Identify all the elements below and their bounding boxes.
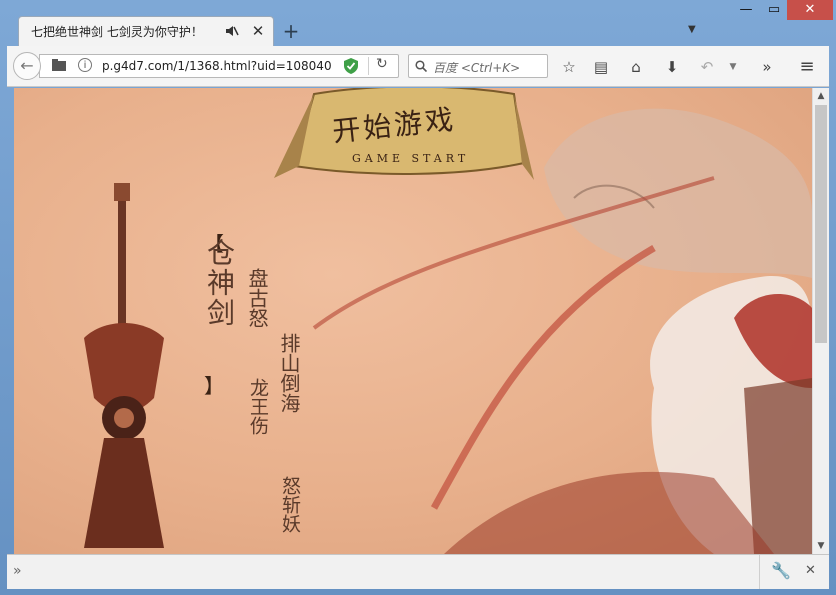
poem-line: 排山倒海 bbox=[277, 333, 301, 413]
star-icon[interactable]: ☆ bbox=[559, 57, 579, 77]
vertical-scrollbar[interactable]: ▲ ▼ bbox=[812, 88, 829, 554]
tab-strip: 七把绝世神剑 七剑灵为你守护！ ✕ + ▼ — ▭ ✕ bbox=[0, 0, 836, 46]
url-bar[interactable]: i p.g4d7.com/1/1368.html?uid=108040 ↻ bbox=[39, 54, 399, 78]
undo-icon[interactable]: ↶ bbox=[697, 57, 717, 77]
hamburger-menu-icon[interactable]: ≡ bbox=[797, 57, 817, 77]
tab-close-icon[interactable]: ✕ bbox=[249, 22, 267, 40]
url-separator bbox=[368, 57, 369, 75]
reading-list-icon[interactable]: ▤ bbox=[591, 57, 611, 77]
bottom-separator bbox=[759, 555, 760, 589]
search-icon bbox=[415, 60, 427, 72]
info-icon[interactable]: i bbox=[78, 58, 92, 72]
scroll-up-arrow-icon[interactable]: ▲ bbox=[813, 88, 829, 104]
poem-line: 龙王伤 bbox=[247, 378, 269, 435]
url-text[interactable]: p.g4d7.com/1/1368.html?uid=108040 bbox=[102, 59, 342, 73]
home-icon[interactable]: ⌂ bbox=[626, 57, 646, 77]
tab-active[interactable]: 七把绝世神剑 七剑灵为你守护！ ✕ bbox=[18, 16, 274, 46]
download-icon[interactable]: ⬇ bbox=[662, 57, 682, 77]
poem-line: 盘古怒 bbox=[245, 268, 269, 328]
folder-icon[interactable] bbox=[52, 59, 66, 71]
scroll-down-arrow-icon[interactable]: ▼ bbox=[813, 538, 829, 554]
close-window-button[interactable]: ✕ bbox=[787, 0, 833, 20]
minimize-button[interactable]: — bbox=[731, 0, 761, 20]
bottom-toolbar: » 🔧 ✕ bbox=[7, 554, 829, 589]
back-arrow-icon: ← bbox=[20, 56, 34, 75]
browser-window: 七把绝世神剑 七剑灵为你守护！ ✕ + ▼ — ▭ ✕ i p.g4d7.com… bbox=[0, 0, 836, 595]
poem-line: 怒斩妖 bbox=[279, 476, 301, 533]
undo-dropdown-icon[interactable]: ▼ bbox=[723, 57, 743, 77]
list-all-tabs-icon[interactable]: ▼ bbox=[688, 24, 702, 36]
search-bar[interactable]: 百度 <Ctrl+K> bbox=[408, 54, 548, 78]
expand-chevron-icon[interactable]: » bbox=[13, 563, 22, 579]
poem-bracket-bottom: 】 bbox=[204, 374, 224, 398]
speaker-muted-icon[interactable] bbox=[225, 24, 239, 38]
poem-title: 仓神剑 bbox=[203, 238, 236, 328]
close-toolbar-icon[interactable]: ✕ bbox=[805, 563, 816, 578]
navigation-toolbar: i p.g4d7.com/1/1368.html?uid=108040 ↻ ← … bbox=[7, 46, 829, 87]
new-tab-button[interactable]: + bbox=[280, 20, 302, 42]
wrench-icon[interactable]: 🔧 bbox=[771, 561, 791, 580]
search-placeholder: 百度 <Ctrl+K> bbox=[433, 61, 521, 75]
scrollbar-thumb[interactable] bbox=[815, 105, 827, 343]
reload-icon[interactable]: ↻ bbox=[376, 56, 388, 72]
tab-title: 七把绝世神剑 七剑灵为你守护！ bbox=[31, 25, 203, 39]
back-button[interactable]: ← bbox=[13, 52, 41, 80]
maximize-button[interactable]: ▭ bbox=[761, 0, 787, 20]
game-start-banner-subtitle[interactable]: GAME START bbox=[352, 152, 469, 165]
overflow-chevron-icon[interactable]: » bbox=[757, 57, 777, 77]
page-content: 开始游戏 GAME START 【 仓神剑 】 盘古怒 排山倒海 龙王伤 怒斩妖 bbox=[14, 88, 812, 554]
shield-icon[interactable] bbox=[344, 58, 358, 74]
